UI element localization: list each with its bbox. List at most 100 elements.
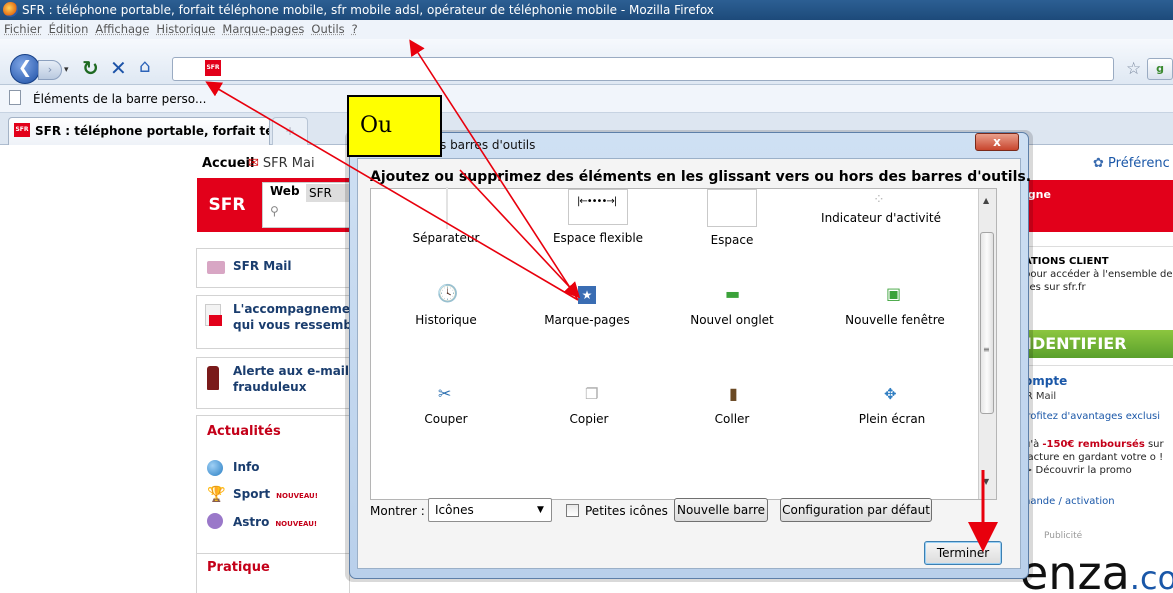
firefox-logo-icon xyxy=(3,2,18,17)
forward-button[interactable]: › xyxy=(38,60,62,80)
sfr-mini-logo-icon xyxy=(209,315,222,326)
sfr-mail-panel[interactable]: SFR Mail xyxy=(196,248,350,288)
dialog-title: s barres d'outils xyxy=(440,138,536,152)
client-title: ATIONS CLIENT xyxy=(1024,256,1109,267)
palette-item-marque-pages[interactable]: Marque-pages xyxy=(517,313,657,327)
scroll-down-icon[interactable]: ▼ xyxy=(983,477,989,486)
page-icon xyxy=(9,90,21,105)
astro-icon xyxy=(207,513,223,529)
palette-item-indicateur[interactable]: Indicateur d'activité xyxy=(811,211,951,225)
url-bar[interactable] xyxy=(172,57,1114,81)
bookmarks-icon: ★ xyxy=(578,286,596,304)
menu-help[interactable]: ? xyxy=(352,22,358,36)
palette-item-couper[interactable]: Couper xyxy=(376,412,516,426)
palette-item-separateur[interactable]: Séparateur xyxy=(376,231,516,245)
scroll-up-icon[interactable]: ▲ xyxy=(983,196,989,205)
palette-item-coller[interactable]: Coller xyxy=(662,412,802,426)
search-tab-web[interactable]: Web xyxy=(270,184,300,199)
scrollbar-thumb[interactable] xyxy=(980,232,994,414)
new-toolbar-button[interactable]: Nouvelle barre xyxy=(674,498,768,522)
dialog-close-button[interactable]: x xyxy=(975,133,1019,151)
avantages-link[interactable]: profitez d'avantages exclusi xyxy=(1020,410,1160,423)
menu-fichier[interactable]: Fichier xyxy=(4,22,42,36)
advert-logo-tail: .co xyxy=(1129,559,1173,593)
tab-favicon-icon: SFR xyxy=(14,123,30,137)
trophy-icon: 🏆 xyxy=(207,485,226,503)
menu-historique[interactable]: Historique xyxy=(156,22,215,36)
new-tab-icon: ▬ xyxy=(725,284,741,303)
menu-marque-pages[interactable]: Marque-pages xyxy=(222,22,304,36)
promo-amount: -150€ remboursés xyxy=(1042,439,1145,450)
menu-edition[interactable]: Édition xyxy=(49,22,89,36)
new-window-icon: ▣ xyxy=(886,284,902,303)
palette-item-historique[interactable]: Historique xyxy=(376,313,516,327)
site-favicon-icon: SFR xyxy=(205,60,221,76)
actualites-heading: Actualités xyxy=(207,424,281,439)
actualites-panel: Actualités Info 🏆 Sport NOUVEAU! Astro NOU… xyxy=(196,415,350,565)
palette-item-espace-flexible[interactable]: Espace flexible xyxy=(528,231,668,245)
alerte-line-1[interactable]: Alerte aux e-mails xyxy=(233,364,356,379)
new-badge: NOUVEAU! xyxy=(276,492,318,500)
toolbar-item-palette: Séparateur |←••••→| Espace flexible Espa… xyxy=(370,187,997,500)
bookmarks-toolbar-item[interactable]: Éléments de la barre perso... xyxy=(33,92,206,106)
throbber-icon: ⁘ xyxy=(873,192,885,208)
home-icon[interactable]: ⌂ xyxy=(139,56,161,78)
commande-link[interactable]: nande / activation xyxy=(1024,495,1115,508)
reload-icon[interactable]: ↻ xyxy=(82,57,104,79)
stop-icon[interactable]: ✕ xyxy=(110,57,132,79)
search-engine-button[interactable]: g xyxy=(1147,58,1173,80)
search-tab-sfr[interactable]: SFR xyxy=(306,184,350,202)
nav-sfr-mail-label: SFR Mai xyxy=(262,156,315,171)
flexible-space-arrows: |←••••→| xyxy=(577,196,617,207)
palette-item-nouvel-onglet[interactable]: Nouvel onglet xyxy=(662,313,802,327)
back-button[interactable]: ❮ xyxy=(10,54,40,84)
done-button[interactable]: Terminer xyxy=(924,541,1002,565)
alerte-line-2[interactable]: frauduleux xyxy=(233,380,306,395)
palette-item-espace[interactable]: Espace xyxy=(662,233,802,247)
search-icon: ⚲ xyxy=(270,204,279,218)
sport-link[interactable]: Sport NOUVEAU! xyxy=(233,487,318,504)
new-tab-button[interactable]: + xyxy=(272,117,308,145)
accompagnement-panel[interactable]: L'accompagnement qui vous ressemble xyxy=(196,295,364,349)
sfr-mail-link[interactable]: SFR Mail xyxy=(233,259,292,274)
nav-accueil[interactable]: Accueil xyxy=(202,156,254,172)
bookmark-star-icon[interactable]: ☆ xyxy=(1126,58,1146,80)
show-label: Montrer : xyxy=(370,504,425,518)
promo-text[interactable]: u'à -150€ remboursés sur facture en gard… xyxy=(1024,438,1173,477)
annotation-ou-label: Ou xyxy=(347,95,442,157)
palette-item-copier[interactable]: Copier xyxy=(519,412,659,426)
small-icons-checkbox[interactable] xyxy=(566,504,579,517)
window-title-bar: SFR : téléphone portable, forfait téléph… xyxy=(0,0,1173,20)
sport-label: Sport xyxy=(233,487,271,501)
show-select[interactable]: Icônes xyxy=(428,498,552,522)
info-link[interactable]: Info xyxy=(233,460,259,475)
separator-icon[interactable] xyxy=(446,187,448,229)
globe-icon xyxy=(207,460,223,476)
nav-sfr-mail[interactable]: ✉ SFR Mai xyxy=(248,156,315,172)
tab-sfr[interactable]: SFR : téléphone portable, forfait télé..… xyxy=(8,117,270,145)
menu-bar: Fichier Édition Affichage Historique Marque-… xyxy=(0,20,1173,39)
astro-link[interactable]: Astro NOUVEAU! xyxy=(233,515,317,532)
client-description: pour accéder à l'ensemble de ces sur sfr… xyxy=(1024,269,1173,293)
advert-logo[interactable]: enza.co xyxy=(1020,548,1173,593)
palette-item-nouvelle-fenetre[interactable]: Nouvelle fenêtre xyxy=(825,313,965,327)
preferences-link[interactable]: ✿ Préférenc xyxy=(1093,156,1170,172)
palette-item-plein-ecran[interactable]: Plein écran xyxy=(822,412,962,426)
preferences-label: Préférenc xyxy=(1108,156,1170,171)
copy-icon: ❐ xyxy=(585,385,599,403)
history-icon: 🕓 xyxy=(437,284,459,304)
identify-button[interactable]: IDENTIFIER xyxy=(1020,330,1173,358)
small-icons-label[interactable]: Petites icônes xyxy=(585,504,668,518)
new-badge: NOUVEAU! xyxy=(275,520,318,528)
history-dropdown-icon[interactable]: ▾ xyxy=(64,60,74,80)
scrollbar-grip-icon: ≡ xyxy=(983,345,990,354)
restore-default-button[interactable]: Configuration par défaut xyxy=(780,498,932,522)
sfr-logo[interactable]: SFR xyxy=(197,178,257,232)
fullscreen-icon: ✥ xyxy=(884,385,897,403)
alerte-panel[interactable]: Alerte aux e-mails frauduleux xyxy=(196,357,356,409)
space-icon[interactable] xyxy=(707,189,757,227)
chevron-down-icon[interactable]: ▼ xyxy=(537,504,544,516)
menu-affichage[interactable]: Affichage xyxy=(95,22,149,36)
menu-outils[interactable]: Outils xyxy=(311,22,344,36)
mail-icon: ✉ xyxy=(248,156,259,171)
